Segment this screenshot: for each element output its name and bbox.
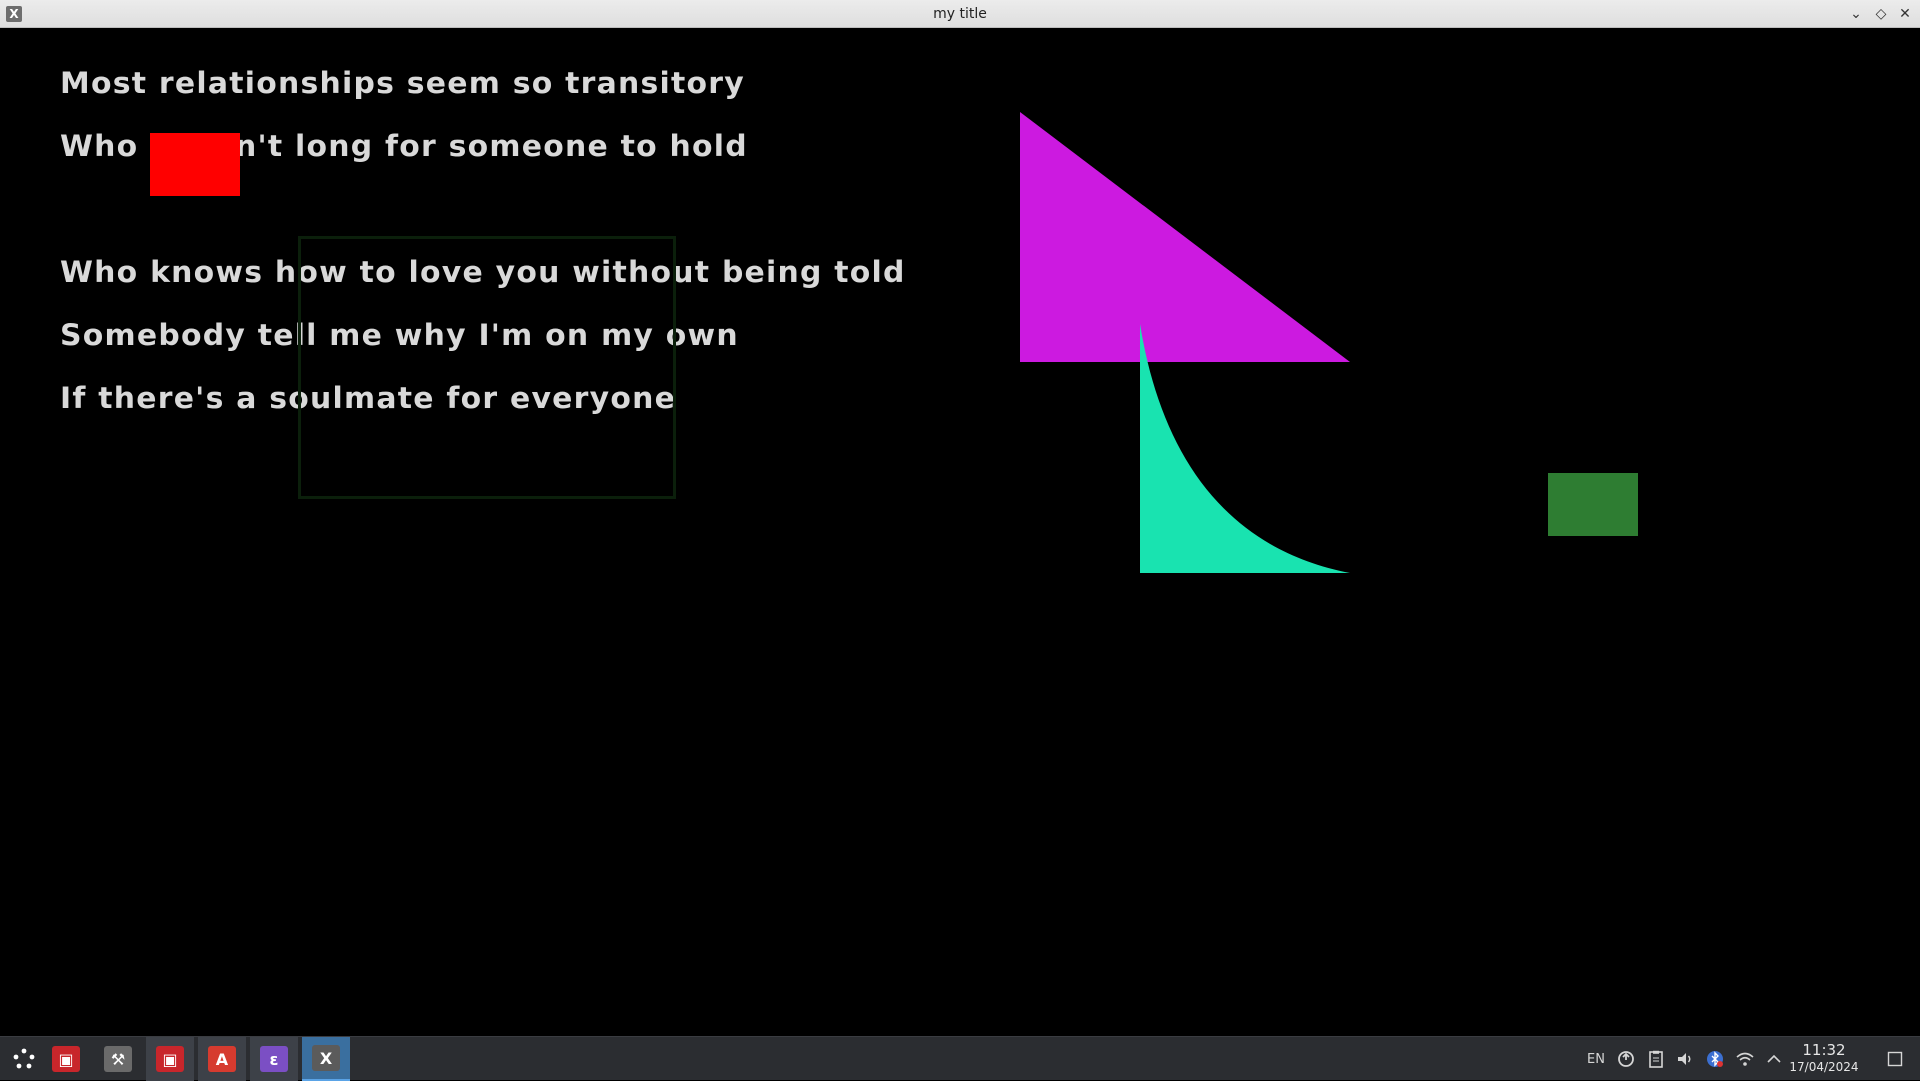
app-launcher-button[interactable]	[0, 1037, 48, 1081]
app-launcher-icon	[13, 1048, 35, 1069]
terminal-icon: ▣	[156, 1046, 184, 1072]
x-app-icon: X	[312, 1045, 340, 1071]
taskbar-item-x-app[interactable]: X	[302, 1037, 350, 1081]
clock[interactable]: 11:32 17/04/2024	[1784, 1041, 1864, 1075]
tools-icon: ⚒	[104, 1046, 132, 1072]
taskbar-item-terminal[interactable]: ▣	[42, 1037, 90, 1081]
shapes-layer	[1020, 112, 1638, 573]
terminal-icon: ▣	[52, 1046, 80, 1072]
emacs-icon: ε	[260, 1046, 288, 1072]
close-button[interactable]: ✕	[1895, 4, 1915, 24]
bluetooth-icon[interactable]	[1703, 1037, 1727, 1081]
keyboard-layout-indicator[interactable]: EN	[1584, 1037, 1608, 1081]
green-rectangle	[1548, 473, 1638, 536]
maximize-button[interactable]: ◇	[1871, 4, 1891, 24]
window-title: my title	[933, 6, 987, 22]
window-titlebar[interactable]: X my title ⌄ ◇ ✕	[0, 0, 1920, 28]
taskbar-item-emacs[interactable]: ε	[250, 1037, 298, 1081]
magenta-triangle	[1020, 112, 1350, 362]
wifi-icon[interactable]	[1733, 1037, 1757, 1081]
update-notifier-icon[interactable]	[1614, 1037, 1638, 1081]
taskbar: ▣ ⚒ ▣ A ε X EN 11:32 17/04/2024	[0, 1036, 1920, 1081]
clock-time: 11:32	[1802, 1041, 1846, 1059]
volume-icon[interactable]	[1673, 1037, 1697, 1081]
pdf-reader-icon: A	[208, 1046, 236, 1072]
drawing-canvas: Most relationships seem so transitory Wh…	[0, 28, 1920, 1036]
clock-date: 17/04/2024	[1789, 1060, 1859, 1074]
taskbar-item-pdf-reader[interactable]: A	[198, 1037, 246, 1081]
show-desktop-button[interactable]	[1883, 1037, 1907, 1081]
clipboard-icon[interactable]	[1644, 1037, 1668, 1081]
taskbar-item-terminal-2[interactable]: ▣	[146, 1037, 194, 1081]
taskbar-item-tools[interactable]: ⚒	[94, 1037, 142, 1081]
minimize-button[interactable]: ⌄	[1846, 4, 1866, 24]
chevron-up-icon[interactable]	[1762, 1037, 1786, 1081]
